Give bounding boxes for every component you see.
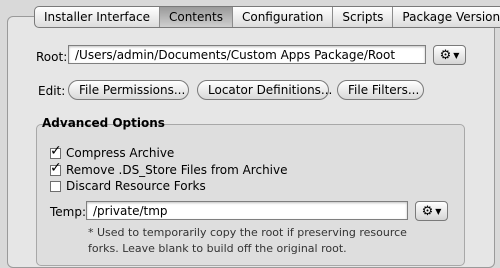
discard-resource-forks-label: Discard Resource Forks	[66, 179, 206, 193]
compress-archive-label: Compress Archive	[66, 146, 175, 160]
checkmark-icon: ✓	[50, 142, 62, 159]
advanced-options-title: Advanced Options	[42, 116, 165, 130]
temp-note: * Used to temporarily copy the root if p…	[88, 226, 407, 255]
temp-label: Temp:	[50, 205, 87, 219]
compress-archive-option[interactable]: ✓ Compress Archive	[50, 144, 175, 160]
remove-ds-store-label: Remove .DS_Store Files from Archive	[66, 163, 288, 177]
tab-scripts[interactable]: Scripts	[333, 7, 394, 27]
file-filters-button[interactable]: File Filters...	[337, 80, 424, 100]
root-label: Root:	[36, 50, 68, 64]
temp-path-field[interactable]: /private/tmp	[86, 201, 408, 220]
discard-resource-forks-option[interactable]: Discard Resource Forks	[50, 179, 206, 193]
compress-archive-checkbox[interactable]: ✓	[50, 144, 62, 159]
edit-label: Edit:	[38, 84, 66, 98]
chevron-down-icon: ▼	[453, 50, 460, 60]
chevron-down-icon: ▼	[435, 206, 442, 216]
locator-definitions-button[interactable]: Locator Definitions...	[197, 80, 332, 100]
tab-configuration[interactable]: Configuration	[233, 7, 334, 27]
root-action-button[interactable]: ⚙ ▼	[433, 45, 466, 65]
remove-ds-store-checkbox[interactable]: ✓	[50, 161, 62, 176]
remove-ds-store-option[interactable]: ✓ Remove .DS_Store Files from Archive	[50, 161, 288, 177]
gear-icon: ⚙	[421, 203, 434, 219]
gear-icon: ⚙	[439, 47, 452, 63]
tab-package-version[interactable]: Package Version	[393, 7, 500, 27]
tab-installer-interface[interactable]: Installer Interface	[35, 7, 160, 27]
checkmark-icon: ✓	[50, 159, 62, 176]
root-path-field[interactable]: /Users/admin/Documents/Custom Apps Packa…	[68, 45, 426, 64]
file-permissions-button[interactable]: File Permissions...	[68, 80, 189, 100]
tab-contents[interactable]: Contents	[159, 7, 233, 27]
tab-bar: Installer Interface Contents Configurati…	[34, 6, 500, 28]
discard-resource-forks-checkbox[interactable]	[50, 180, 61, 192]
temp-action-button[interactable]: ⚙ ▼	[415, 201, 448, 221]
